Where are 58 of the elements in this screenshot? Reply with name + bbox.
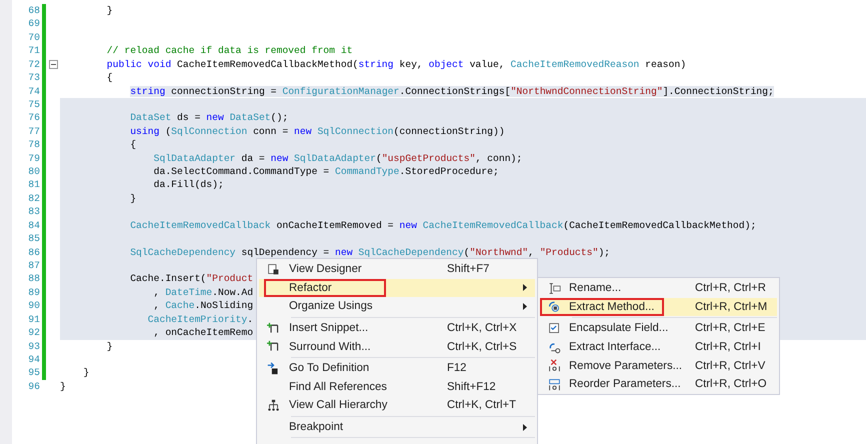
line-number: 73 [27,71,41,85]
code-line: // reload cache if data is removed from it [106,44,353,58]
extract-icon [548,300,560,314]
line-number: 70 [27,30,41,44]
form-icon [266,262,280,276]
menu-item[interactable]: Find All References Shift+F12 [259,378,535,396]
line-number: 81 [27,178,41,192]
line-number: 84 [27,218,41,232]
code-line: } [106,340,113,353]
collapse-icon[interactable] [48,60,58,69]
menu-item[interactable]: View Call Hierarchy Ctrl+K, Ctrl+T [259,396,535,415]
menu-item[interactable]: Go To Definition F12 [259,358,535,378]
line-number: 90 [27,299,41,313]
line-number: 89 [27,286,41,300]
menu-item[interactable]: Breakpoint [259,418,535,436]
checkbox-icon [548,322,560,335]
snippet-icon [266,340,280,354]
menu-item[interactable]: Refactor [259,278,535,298]
code-line: public void CacheItemRemovedCallbackMethod(string key, object value, CacheItemRemovedReason reason) [106,58,686,72]
line-number: 77 [27,124,41,138]
line-number: 87 [27,259,41,272]
line-number: 74 [27,84,41,98]
code-line: { [106,71,113,85]
line-number: 68 [27,4,41,18]
snippet-icon [266,322,280,335]
line-number: 85 [27,232,41,246]
line-number: 78 [27,138,41,152]
line-number: 80 [27,165,41,178]
menu-item[interactable]: Remove Parameters... Ctrl+R, Ctrl+V [540,356,777,375]
line-number: 92 [27,326,41,340]
line-number: 94 [27,352,41,366]
line-number: 93 [27,340,41,353]
reorder-icon [548,378,560,391]
line-number: 71 [27,44,41,58]
code-line: } [106,4,113,18]
line-number: 83 [27,205,41,219]
menu-item[interactable]: Surround With... Ctrl+K, Ctrl+S [259,337,535,356]
line-number: 76 [27,111,41,125]
line-number: 96 [27,380,41,394]
line-number: 86 [27,246,41,260]
line-number: 75 [27,98,41,112]
line-number: 79 [27,152,41,166]
code-line: } [82,366,90,380]
interface-icon [548,340,560,354]
line-number: 82 [27,192,41,206]
remove-icon [548,359,560,372]
line-number: 91 [27,312,41,326]
menu-item[interactable]: Extract Method... Ctrl+R, Ctrl+M [540,298,777,316]
rename-icon [548,282,560,295]
line-number: 72 [27,58,41,72]
menu-item[interactable]: Reorder Parameters... Ctrl+R, Ctrl+O [540,374,777,394]
line-number: 95 [27,366,41,380]
go-to-icon [266,362,280,375]
hierarchy-icon [266,398,280,412]
line-number: 69 [27,17,41,31]
menu-item[interactable]: Extract Interface... Ctrl+R, Ctrl+I [540,338,777,356]
code-line: } [60,380,66,394]
line-number: 88 [27,272,41,286]
